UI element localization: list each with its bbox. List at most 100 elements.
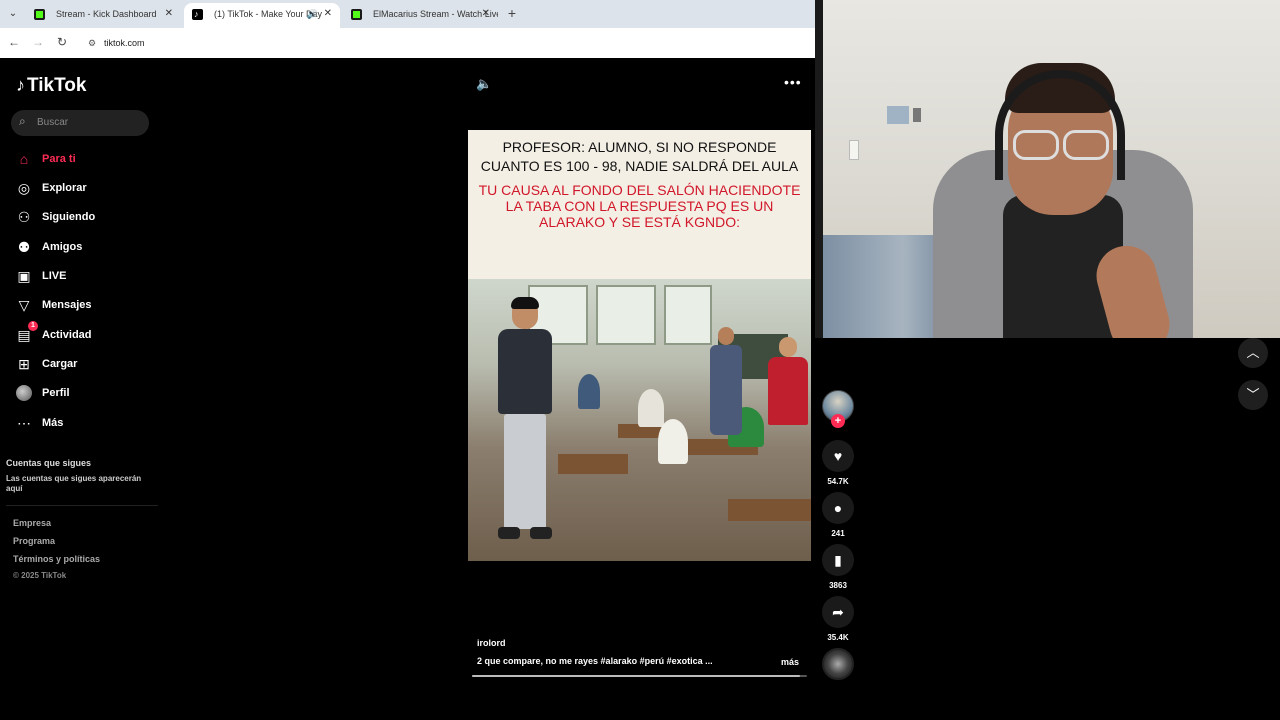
forward-icon[interactable]: → — [30, 35, 46, 49]
reload-icon[interactable]: ↻ — [54, 35, 70, 49]
share-button[interactable]: ➦ — [822, 596, 854, 628]
streamer — [913, 55, 1203, 338]
meme-caption: PROFESOR: ALUMNO, SI NO RESPONDE CUANTO … — [468, 130, 811, 279]
sidebar-item-label: Explorar — [42, 182, 87, 194]
sidebar-item-actividad[interactable]: ▤ 1 Actividad — [15, 321, 165, 348]
url-field[interactable]: ⚙ tiktok.com — [82, 32, 807, 54]
sidebar-item-label: Perfil — [42, 387, 70, 399]
chevron-up-icon: ︿ — [1246, 345, 1260, 360]
kick-favicon-icon — [34, 9, 45, 20]
more-options-icon[interactable]: ••• — [784, 74, 802, 90]
sidebar-item-explorar[interactable]: ◎ Explorar — [15, 179, 165, 201]
tab-kick-dashboard[interactable]: Stream - Kick Dashboard ✕ — [26, 3, 181, 28]
heart-icon: ♥ — [833, 448, 843, 464]
sidebar-item-label: LIVE — [42, 270, 67, 282]
like-button[interactable]: ♥ — [822, 440, 854, 472]
save-button[interactable]: ▮ — [822, 544, 854, 576]
sidebar-item-para-ti[interactable]: ⌂ Para ti — [15, 150, 165, 172]
more-dots-icon: ⋯ — [17, 415, 31, 431]
music-disc-icon[interactable] — [822, 648, 854, 680]
kick-favicon-icon — [351, 9, 362, 20]
following-section-title: Cuentas que sigues — [6, 458, 92, 468]
video-progress-bar[interactable] — [472, 675, 807, 677]
search-placeholder: Buscar — [37, 117, 69, 128]
messages-icon: ▽ — [18, 297, 30, 313]
student — [578, 374, 600, 409]
copyright: © 2025 TikTok — [13, 571, 67, 580]
more-caption-button[interactable]: más — [781, 657, 799, 667]
tiktok-logo[interactable]: ♪ TikTok — [16, 75, 86, 97]
desk — [558, 454, 628, 474]
meme-text-teacher: PROFESOR: ALUMNO, SI NO RESPONDE CUANTO … — [480, 139, 799, 174]
live-icon: ▣ — [17, 268, 31, 284]
sidebar-item-label: Cargar — [42, 358, 78, 370]
sidebar-item-amigos[interactable]: ⚉ Amigos — [15, 238, 165, 260]
comment-count: 241 — [831, 529, 845, 538]
tab-title: ElMacarius Stream - Watch Live — [373, 9, 498, 19]
tiktok-note-icon: ♪ — [16, 75, 25, 95]
friends-icon: ⚉ — [17, 239, 31, 255]
chevron-down-icon: ﹀ — [1246, 387, 1260, 402]
tiktok-page: ♪ TikTok ⌕ Buscar ⌂ Para ti ◎ Explorar ⚇ … — [0, 58, 815, 720]
teacher — [708, 327, 744, 437]
sidebar-item-label: Amigos — [42, 241, 83, 253]
browser-window: ⌄ Stream - Kick Dashboard ✕ (1) TikTok -… — [0, 0, 815, 720]
light-switch — [849, 140, 859, 160]
search-input[interactable]: ⌕ Buscar — [11, 110, 149, 136]
tab-kick-stream[interactable]: ElMacarius Stream - Watch Live ✕ — [343, 3, 498, 28]
desk — [728, 499, 811, 521]
student — [658, 419, 688, 464]
following-icon: ⚇ — [17, 209, 31, 225]
student — [638, 389, 664, 427]
save-count: 3863 — [829, 581, 847, 590]
wall-picture — [887, 106, 909, 124]
sidebar-item-perfil[interactable]: Perfil — [15, 384, 165, 406]
tab-title: Stream - Kick Dashboard — [56, 9, 157, 19]
volume-icon[interactable]: 🔈 — [476, 76, 492, 92]
divider — [6, 505, 158, 506]
sidebar-item-live[interactable]: ▣ LIVE — [15, 267, 165, 289]
video-author[interactable]: irolord — [477, 638, 506, 648]
video-caption: 2 que compare, no me rayes #alarako #per… — [477, 656, 713, 666]
window — [664, 285, 712, 345]
share-count: 35.4K — [827, 633, 849, 642]
video-progress-fill — [472, 675, 801, 677]
next-video-button[interactable]: ﹀ — [1238, 380, 1268, 410]
sidebar-item-mas[interactable]: ⋯ Más — [15, 414, 165, 436]
comment-icon: ● — [833, 500, 843, 516]
tab-tiktok[interactable]: (1) TikTok - Make Your Day 🔊 ✕ — [184, 3, 340, 28]
video-player[interactable]: PROFESOR: ALUMNO, SI NO RESPONDE CUANTO … — [468, 130, 811, 561]
sidebar-item-label: Mensajes — [42, 299, 92, 311]
bookmark-icon: ▮ — [834, 552, 842, 568]
sidebar-item-siguiendo[interactable]: ⚇ Siguiendo — [15, 208, 165, 230]
close-icon[interactable]: ✕ — [324, 3, 332, 25]
following-section-description: Las cuentas que sigues aparecerán aquí — [6, 474, 142, 493]
share-icon: ➦ — [832, 604, 844, 620]
classroom-photo — [468, 279, 811, 561]
footer-link-terminos[interactable]: Términos y políticas — [13, 554, 100, 564]
footer-link-empresa[interactable]: Empresa — [13, 518, 51, 528]
tab-search-icon[interactable]: ⌄ — [6, 7, 20, 21]
back-icon[interactable]: ← — [6, 35, 22, 49]
sidebar-item-label: Para ti — [42, 153, 76, 165]
comment-button[interactable]: ● — [822, 492, 854, 524]
sidebar-item-cargar[interactable]: ⊞ Cargar — [15, 355, 165, 377]
previous-video-button[interactable]: ︿ — [1238, 338, 1268, 368]
url-text: tiktok.com — [104, 38, 145, 48]
footer-link-programa[interactable]: Programa — [13, 536, 55, 546]
upload-icon: ⊞ — [18, 356, 30, 372]
like-count: 54.7K — [827, 477, 849, 486]
close-icon[interactable]: ✕ — [165, 3, 173, 25]
audio-playing-icon[interactable]: 🔊 — [307, 3, 318, 25]
sidebar-item-label: Más — [42, 417, 64, 429]
sidebar-item-mensajes[interactable]: ▽ Mensajes — [15, 296, 165, 318]
window — [596, 285, 656, 345]
new-tab-icon[interactable]: + — [505, 5, 519, 21]
tiktok-favicon-icon — [192, 3, 203, 25]
home-icon: ⌂ — [19, 151, 29, 167]
follow-plus-icon[interactable]: + — [831, 414, 845, 428]
close-icon[interactable]: ✕ — [482, 3, 490, 25]
site-info-icon[interactable]: ⚙ — [88, 32, 96, 54]
tab-bar: ⌄ Stream - Kick Dashboard ✕ (1) TikTok -… — [0, 0, 815, 28]
search-icon: ⌕ — [19, 114, 26, 128]
